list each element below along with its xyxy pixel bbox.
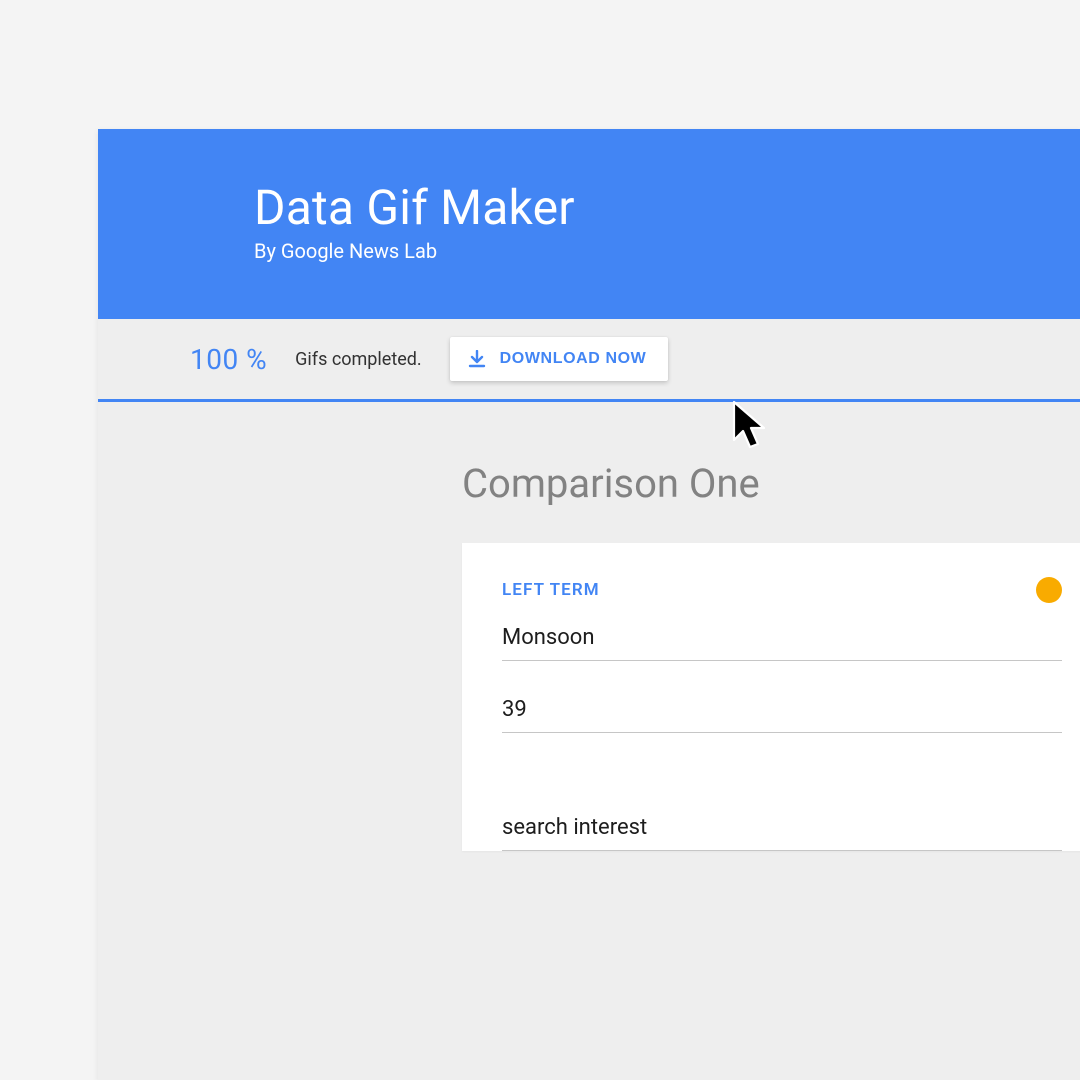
content-area: Comparison One LEFT TERM xyxy=(98,402,1080,851)
caption-input[interactable] xyxy=(502,807,1062,851)
left-term-input[interactable] xyxy=(502,617,1062,661)
app-window: Data Gif Maker By Google News Lab 100 % … xyxy=(98,129,1080,1080)
left-term-label: LEFT TERM xyxy=(502,580,600,600)
left-value-input[interactable] xyxy=(502,689,1062,733)
download-button[interactable]: DOWNLOAD NOW xyxy=(450,337,669,381)
status-bar: 100 % Gifs completed. DOWNLOAD NOW xyxy=(98,319,1080,402)
app-subtitle: By Google News Lab xyxy=(254,239,1080,263)
download-button-label: DOWNLOAD NOW xyxy=(500,350,647,368)
left-term-card: LEFT TERM xyxy=(462,543,1080,851)
hero-banner: Data Gif Maker By Google News Lab xyxy=(98,129,1080,319)
app-title: Data Gif Maker xyxy=(254,183,1080,233)
download-icon xyxy=(468,350,486,368)
progress-percent: 100 % xyxy=(190,343,267,376)
left-term-color-swatch[interactable] xyxy=(1036,577,1062,603)
progress-message: Gifs completed. xyxy=(295,349,421,370)
comparison-title: Comparison One xyxy=(462,460,1080,507)
